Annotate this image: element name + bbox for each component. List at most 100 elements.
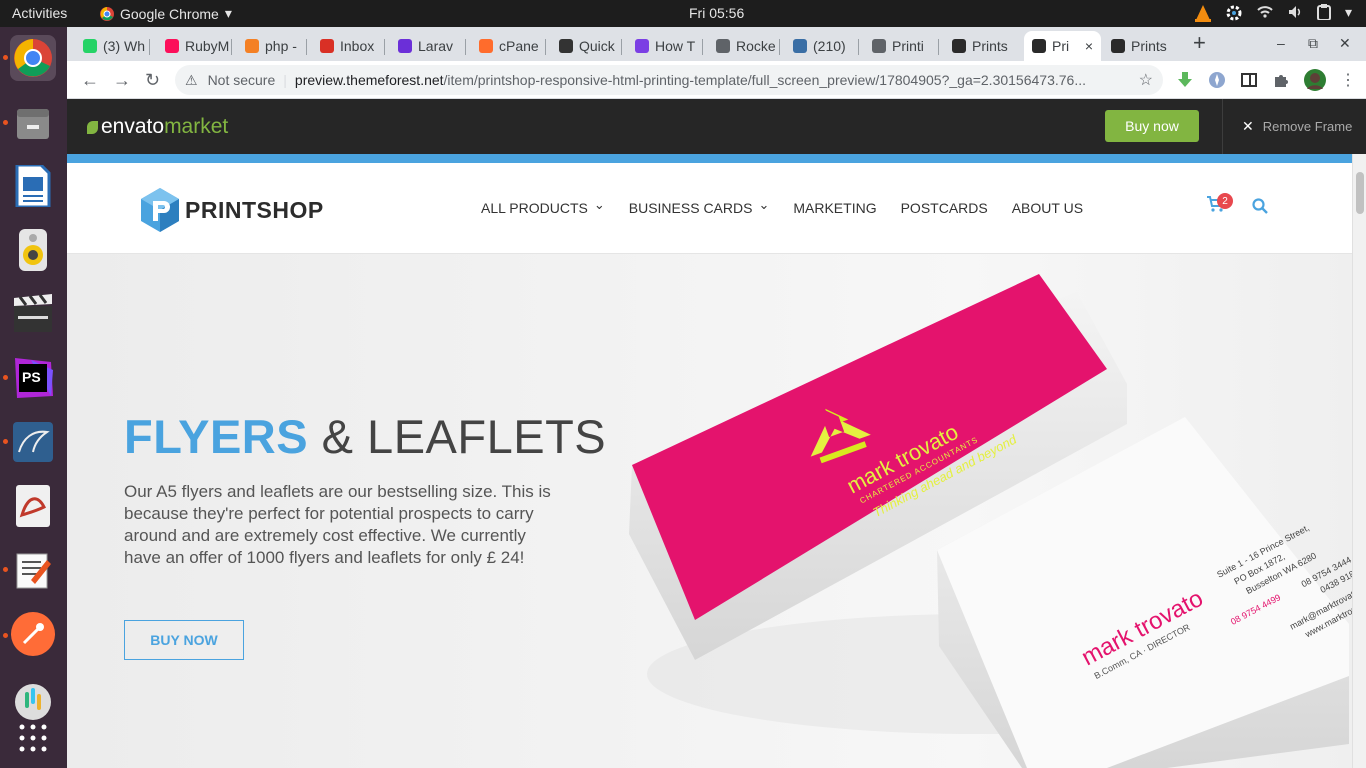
browser-tab[interactable]: Larav [390, 31, 463, 61]
clipboard-icon [1316, 4, 1331, 20]
profile-avatar[interactable] [1304, 69, 1326, 91]
app-menu[interactable]: Google Chrome ▾ [100, 5, 232, 22]
hero-title-highlight: FLYERS [124, 410, 309, 463]
envato-logo[interactable]: envato market [87, 115, 228, 139]
scrollbar-thumb[interactable] [1356, 172, 1364, 214]
puzzle-extensions-icon[interactable] [1272, 71, 1290, 89]
dock-chrome[interactable] [10, 35, 56, 81]
mysql-workbench-icon [13, 422, 53, 462]
reader-extension-icon[interactable] [1240, 71, 1258, 89]
app-grid-icon [19, 724, 47, 752]
browser-tab[interactable]: How T [627, 31, 700, 61]
search-button[interactable] [1252, 198, 1268, 219]
dock-files[interactable] [10, 100, 56, 146]
tab-favicon-icon [245, 39, 259, 53]
browser-tab[interactable]: cPane [471, 31, 543, 61]
hero-description: Our A5 flyers and leaflets are our bests… [124, 482, 551, 567]
extensions-area: ⋮ [1176, 69, 1356, 91]
system-tray[interactable]: ▾ [1194, 4, 1352, 22]
kebab-menu-icon[interactable]: ⋮ [1340, 70, 1356, 90]
clapperboard-icon [14, 294, 52, 332]
libreoffice-impress-icon [15, 165, 51, 207]
tab-favicon-icon [83, 39, 97, 53]
browser-tab[interactable]: (210) [785, 31, 856, 61]
running-indicator [3, 375, 8, 380]
cart-count-badge: 2 [1217, 193, 1233, 209]
envato-buy-now-button[interactable]: Buy now [1105, 110, 1199, 142]
files-icon [17, 109, 49, 139]
volume-icon [1288, 6, 1301, 18]
svg-text:PS: PS [22, 369, 41, 385]
tab-label: Rocke [736, 38, 776, 54]
nav-item[interactable]: ALL PRODUCTS ⌄ [481, 197, 605, 216]
nav-item-label: ABOUT US [1011, 200, 1084, 216]
printshop-logo[interactable]: PRINTSHOP [139, 187, 324, 233]
nav-item[interactable]: MARKETING [793, 200, 876, 216]
activities-button[interactable]: Activities [12, 5, 67, 21]
browser-tab[interactable]: Pri × [1024, 31, 1101, 61]
browser-tab[interactable]: Quick [551, 31, 619, 61]
dock-postman[interactable] [10, 611, 56, 657]
dock-speaker[interactable] [10, 227, 56, 273]
speaker-icon [19, 229, 47, 271]
tab-close-icon[interactable]: × [1085, 38, 1093, 54]
browser-tab[interactable]: Prints [1103, 31, 1175, 61]
tab-separator [545, 39, 546, 55]
maximize-button[interactable]: ⧉ [1308, 35, 1318, 52]
nav-item[interactable]: BUSINESS CARDS ⌄ [628, 197, 770, 216]
browser-tab[interactable]: RubyM [157, 31, 229, 61]
address-bar[interactable]: ⚠ Not secure | preview.themeforest.net /… [175, 65, 1163, 95]
nav-item[interactable]: ABOUT US [1012, 200, 1083, 216]
close-icon: ✕ [1242, 118, 1254, 134]
cart-button[interactable]: 2 [1207, 193, 1233, 217]
compass-extension-icon[interactable] [1208, 71, 1226, 89]
clock[interactable]: Fri 05:56 [689, 5, 744, 21]
security-status[interactable]: Not secure [208, 72, 276, 88]
dock-phpstorm[interactable]: PS [10, 355, 56, 401]
forward-icon[interactable]: → [113, 70, 131, 91]
browser-tab[interactable]: Prints [944, 31, 1016, 61]
dock-text-editor[interactable] [10, 547, 56, 593]
minimize-button[interactable]: – [1277, 35, 1285, 51]
app-name: Google Chrome [120, 5, 219, 22]
nav-item-label: BUSINESS CARDS [628, 200, 753, 216]
dock-impress[interactable] [10, 163, 56, 209]
dock-pdf-reader[interactable] [10, 483, 56, 529]
browser-tab[interactable]: Printi [864, 31, 936, 61]
browser-tab[interactable]: (3) Wh [75, 31, 147, 61]
envato-frame-bar: envato market Buy now ✕ Remove Frame [67, 99, 1366, 154]
remove-frame-button[interactable]: ✕ Remove Frame [1242, 118, 1352, 135]
accent-strip [67, 154, 1366, 163]
envato-logo-main: envato [101, 115, 165, 138]
tab-strip: (3) Wh RubyM php - Inbox Larav cPane Quick How… [67, 27, 1366, 61]
nav-item[interactable]: POSTCARDS [901, 200, 988, 216]
browser-tab[interactable]: Rocke [708, 31, 777, 61]
tab-label: RubyM [185, 38, 229, 54]
tab-favicon-icon [952, 39, 966, 53]
browser-tab[interactable]: php - [237, 31, 304, 61]
warning-icon[interactable]: ⚠ [185, 72, 198, 89]
download-extension-icon[interactable] [1176, 71, 1194, 89]
tab-favicon-icon [635, 39, 649, 53]
page-scrollbar[interactable] [1352, 154, 1366, 768]
tab-label: (210) [813, 38, 846, 54]
new-tab-button[interactable]: + [1193, 30, 1206, 56]
dock-video-editor[interactable] [10, 291, 56, 337]
hero-buy-now-button[interactable]: BUY NOW [124, 620, 244, 660]
wifi-icon [1257, 6, 1273, 18]
phpstorm-icon: PS [15, 358, 53, 398]
star-icon[interactable]: ☆ [1139, 70, 1153, 90]
browser-tab[interactable]: Inbox [312, 31, 382, 61]
tab-favicon-icon [320, 39, 334, 53]
close-window-button[interactable]: ✕ [1339, 35, 1351, 52]
reload-icon[interactable]: ↻ [145, 70, 160, 91]
dock-mysql-workbench[interactable] [10, 419, 56, 465]
chevron-down-icon: ⌄ [593, 197, 605, 212]
back-icon[interactable]: ← [81, 70, 99, 91]
running-indicator [3, 55, 8, 60]
nav-item-label: POSTCARDS [900, 200, 988, 216]
dock-show-apps[interactable] [10, 715, 56, 761]
postman-icon [11, 612, 55, 656]
tab-separator [384, 39, 385, 55]
tab-favicon-icon [716, 39, 730, 53]
